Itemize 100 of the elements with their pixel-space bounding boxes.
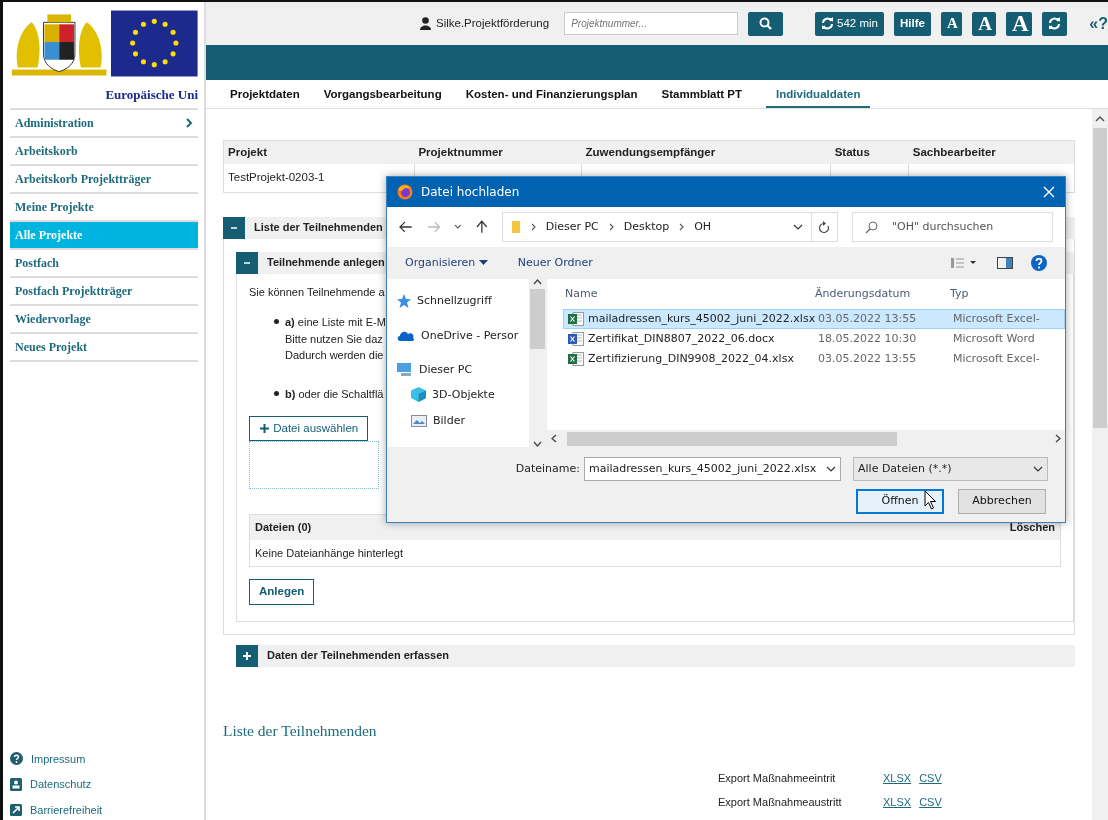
intro-text: Sie können Teilnehmende a [249, 284, 385, 300]
cloud-icon [397, 330, 415, 342]
column-header[interactable]: Änderungsdatum [815, 285, 950, 303]
refresh-icon [821, 17, 835, 30]
bullet-icon [274, 319, 279, 324]
refresh-button[interactable] [1042, 11, 1068, 36]
sidebar-item[interactable]: Wiedervorlage [10, 305, 198, 334]
scrollbar[interactable] [1092, 109, 1108, 820]
view-options-icon[interactable] [951, 257, 979, 269]
new-folder-button[interactable]: Neuer Ordner [517, 254, 593, 272]
file-name-field[interactable]: mailadressen_kurs_45002_juni_2022.xlsx [584, 457, 841, 481]
breadcrumb-item[interactable]: Dieser PC [545, 218, 599, 236]
help-icon[interactable] [1031, 255, 1047, 271]
dropdown-caret-icon[interactable] [454, 224, 462, 230]
font-size-button[interactable]: A [1006, 11, 1033, 36]
session-timer-button[interactable]: 542 min [815, 11, 884, 36]
refresh-icon [818, 220, 831, 234]
bullet-icon [274, 390, 279, 396]
open-button[interactable]: Öffnen [856, 489, 944, 514]
column-header: Projekt [223, 140, 415, 165]
sidebar-item[interactable]: Neues Projekt [10, 333, 198, 362]
project-search-field[interactable]: Projektnummer... [564, 12, 739, 35]
navigation-item[interactable]: Bilder [397, 413, 529, 430]
sidebar-item[interactable]: Postfach [10, 249, 198, 278]
dropdown-caret-icon [826, 466, 836, 472]
sidebar-item[interactable]: Arbeitskorb [10, 137, 198, 166]
up-arrow-icon[interactable] [476, 220, 488, 234]
tab[interactable]: Individualdaten [766, 80, 871, 108]
close-icon[interactable] [1043, 186, 1055, 198]
collapse-help-toggle[interactable]: «? [1089, 11, 1108, 36]
cube-icon [411, 387, 426, 403]
bullet-text: a) eine Liste mit E-M [285, 315, 386, 330]
scroll-left-icon[interactable] [551, 434, 557, 443]
organize-menu[interactable]: Organisieren [405, 254, 488, 272]
create-button[interactable]: Anlegen [249, 579, 315, 605]
search-icon [864, 220, 878, 234]
user-name: Silke.Projektförderung [436, 15, 550, 31]
scroll-up-icon[interactable] [1095, 115, 1105, 123]
search-icon [759, 17, 773, 30]
chevron-right-icon [679, 223, 685, 231]
download-link[interactable]: CSV [919, 769, 942, 787]
file-row[interactable]: Zertifizierung_DIN9908_2022_04.xlsx 03.05.2022 13:55 Microsoft Excel- [563, 349, 1065, 369]
computer-icon [397, 363, 413, 378]
navigation-item[interactable]: Dieser PC [397, 362, 529, 379]
sidebar-item[interactable]: Administration [10, 109, 198, 138]
breadcrumb-item[interactable]: OH [694, 218, 712, 236]
dropdown-caret-icon[interactable] [792, 224, 803, 230]
download-link[interactable]: XLSX [883, 794, 912, 811]
column-header[interactable]: Name [565, 285, 815, 303]
search-field[interactable]: "OH" durchsuchen [851, 212, 1053, 242]
footer-link[interactable]: Impressum [10, 750, 198, 767]
download-link[interactable]: CSV [919, 794, 942, 811]
download-link[interactable]: XLSX [883, 769, 912, 787]
column-header: Status [830, 140, 909, 165]
help-button[interactable]: Hilfe [894, 11, 931, 36]
font-size-button[interactable]: A [940, 11, 963, 36]
search-button[interactable] [748, 11, 784, 36]
file-type-dropdown[interactable]: Alle Dateien (*.*) [853, 457, 1048, 481]
browser-logo-icon [397, 184, 413, 200]
refresh-icon [1048, 17, 1062, 30]
caret-icon [478, 260, 488, 266]
toggle-button[interactable] [223, 216, 245, 239]
toggle-button[interactable] [236, 251, 258, 274]
choose-file-button[interactable]: Datei auswählen [249, 416, 369, 442]
address-bar[interactable]: Dieser PC Desktop OH [501, 212, 812, 242]
file-row[interactable]: Zertifikat_DIN8807_2022_06.docx 18.05.2022 10:30 Microsoft Word [563, 329, 1065, 349]
tab[interactable]: Kosten- und Finanzierungsplan [465, 80, 638, 108]
toggle-button[interactable] [236, 644, 258, 667]
file-row[interactable]: mailadressen_kurs_45002_juni_2022.xlsx 03.05.2022 13:55 Microsoft Excel- [563, 309, 1065, 329]
document-icon [568, 332, 584, 346]
tab[interactable]: Stammblatt PT [661, 80, 743, 108]
navigation-item[interactable]: OneDrive - Persor [397, 327, 529, 344]
scroll-right-icon[interactable] [1055, 434, 1061, 443]
navigation-item[interactable]: 3D-Objekte [397, 386, 529, 403]
footer-link[interactable]: Barrierefreiheit [10, 801, 198, 818]
mouse-pointer-icon [924, 490, 937, 510]
scroll-down-icon[interactable] [533, 441, 542, 447]
plus-icon [242, 650, 252, 661]
dropdown-caret-icon [1033, 466, 1043, 472]
folder-icon [510, 220, 521, 234]
list-heading: Liste der Teilnehmenden [223, 720, 378, 741]
footer-link[interactable]: Datenschutz [10, 776, 198, 793]
user-icon [420, 17, 431, 30]
spreadsheet-icon [568, 352, 584, 366]
navigation-item[interactable]: Schnellzugriff [397, 293, 529, 310]
spreadsheet-icon [568, 312, 584, 326]
scroll-up-icon[interactable] [533, 279, 542, 285]
refresh-button[interactable] [810, 212, 838, 242]
column-header[interactable]: Typ [950, 285, 1065, 303]
sidebar-item[interactable]: Postfach Projektträger [10, 277, 198, 306]
tab[interactable]: Vorgangsbearbeitung [323, 80, 442, 108]
tab[interactable]: Projektdaten [230, 80, 300, 108]
breadcrumb-item[interactable]: Desktop [623, 218, 670, 236]
preview-pane-icon[interactable] [997, 257, 1013, 269]
cancel-button[interactable]: Abbrechen [958, 489, 1046, 514]
font-size-button[interactable]: A [972, 11, 997, 36]
sidebar-item[interactable]: Arbeitskorb Projektträger [10, 165, 198, 194]
back-arrow-icon[interactable] [399, 221, 413, 233]
section-title: Daten der Teilnehmenden erfassen [266, 648, 449, 664]
scrollbar[interactable] [547, 430, 1065, 447]
